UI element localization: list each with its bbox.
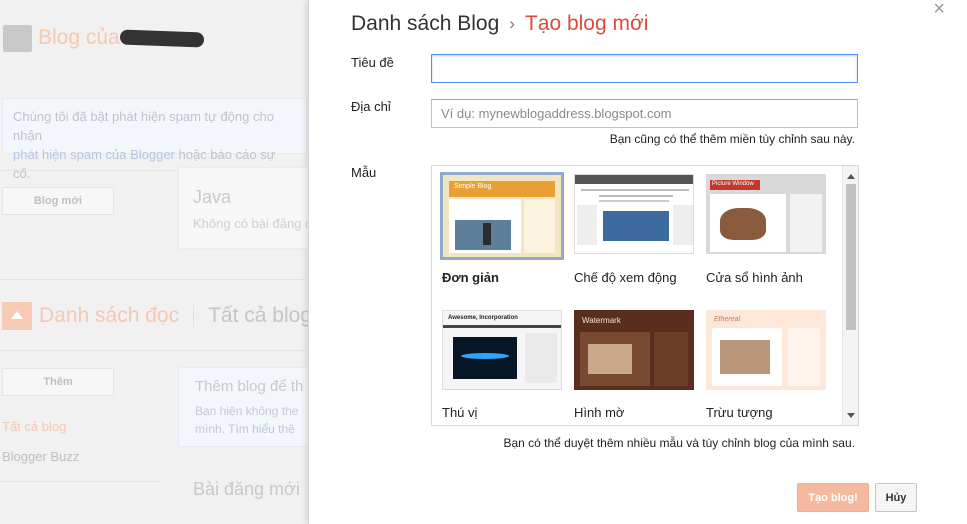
spam-notice-text: Chúng tôi đã bật phát hiện spam tự động … (13, 109, 274, 143)
divider (0, 350, 305, 351)
blog-card-name[interactable]: Java (193, 187, 231, 208)
all-blogs-link[interactable]: Tất cả blog (2, 419, 66, 434)
learn-more-link[interactable]: Tìm hiểu thê (228, 422, 295, 436)
template-dynamic-views-name: Chế độ xem động (574, 270, 677, 285)
blog-title: Blog của (38, 26, 120, 49)
close-icon[interactable]: × (933, 0, 945, 19)
new-blog-button[interactable]: Blog mới (2, 187, 114, 215)
template-ethereal-thumb-title: Ethereal (714, 316, 741, 323)
divider (193, 305, 195, 327)
create-blog-button[interactable]: Tạo blog! (797, 483, 869, 512)
divider (0, 279, 305, 280)
scroll-thumb[interactable] (846, 184, 856, 330)
template-awesome[interactable]: Awesome, Incorporation Thú vị (440, 308, 564, 425)
template-ethereal-name: Trừu tượng (706, 405, 773, 420)
template-label: Mẫu (351, 165, 377, 180)
breadcrumb-current: Tạo blog mới (524, 12, 649, 35)
browse-templates-hint: Bạn có thể duyệt thêm nhiều mẫu và tùy c… (503, 436, 855, 450)
scroll-up-icon[interactable] (847, 174, 855, 179)
template-ethereal[interactable]: Ethereal Trừu tượng (704, 308, 828, 425)
address-input[interactable] (431, 99, 858, 128)
template-watermark-thumb-title: Watermark (582, 316, 621, 325)
template-watermark-name: Hình mờ (574, 405, 625, 420)
scroll-down-icon[interactable] (847, 413, 855, 418)
template-awesome-thumb-title: Awesome, Incorporation (448, 315, 518, 321)
template-awesome-thumbnail: Awesome, Incorporation (442, 310, 562, 390)
add-blog-title: Thêm blog để th (195, 378, 304, 395)
template-awesome-name: Thú vị (442, 405, 478, 420)
add-blog-line2: mình. (195, 422, 226, 436)
add-blog-text: Bạn hiện không the mình. Tìm hiểu thê (195, 402, 298, 438)
breadcrumb-separator: › (509, 14, 515, 33)
add-blog-line1: Bạn hiện không the (195, 404, 299, 418)
add-button[interactable]: Thêm (2, 368, 114, 396)
address-hint: Bạn cũng có thể thêm miền tùy chỉnh sau … (609, 132, 855, 146)
template-simple[interactable]: Simple Blog Đơn giản (440, 172, 564, 290)
template-simple-name: Đơn giản (442, 270, 499, 285)
breadcrumb: Danh sách Blog › Tạo blog mới (351, 12, 648, 36)
spam-notice: Chúng tôi đã bật phát hiện spam tự động … (2, 98, 307, 181)
address-label: Địa chỉ (351, 99, 391, 114)
avatar (3, 25, 32, 52)
template-dynamic-views-thumbnail (574, 174, 694, 254)
template-simple-thumb-title: Simple Blog (454, 183, 492, 190)
template-watermark-thumbnail: Watermark (574, 310, 694, 390)
reading-list-title: Danh sách đọc (39, 304, 180, 327)
spam-notice-link[interactable]: phát hiện spam của Blogger (13, 147, 175, 162)
blog-card-subtitle: Không có bài đăng c (193, 216, 312, 231)
redacted-name-scribble (119, 29, 205, 48)
tab-all-blogs[interactable]: Tất cả blog (208, 304, 312, 328)
template-ethereal-thumbnail: Ethereal (706, 310, 826, 390)
divider (0, 481, 160, 482)
template-picture-window[interactable]: Picture Window Cửa sổ hình ảnh (704, 172, 828, 290)
template-picker[interactable]: Simple Blog Đơn giản Chế độ xem động Pic… (431, 165, 859, 426)
template-picture-window-thumbnail: Picture Window (706, 174, 826, 254)
template-picture-window-name: Cửa sổ hình ảnh (706, 270, 803, 285)
breadcrumb-blog-list[interactable]: Danh sách Blog (351, 12, 499, 36)
cancel-button[interactable]: Hủy (875, 483, 917, 512)
template-picture-window-thumb-title: Picture Window (712, 181, 754, 187)
template-watermark[interactable]: Watermark Hình mờ (572, 308, 696, 425)
title-label: Tiêu đề (351, 55, 394, 70)
template-scrollbar[interactable] (842, 166, 858, 425)
template-dynamic-views[interactable]: Chế độ xem động (572, 172, 696, 290)
reading-list-header: Danh sách đọc Tất cả blog (2, 302, 312, 330)
template-simple-thumbnail: Simple Blog (440, 172, 564, 260)
create-blog-dialog: × Danh sách Blog › Tạo blog mới Tiêu đề … (308, 0, 967, 524)
blogger-buzz-link[interactable]: Blogger Buzz (2, 449, 79, 464)
blog-card[interactable] (178, 167, 318, 249)
posts-heading: Bài đăng mới (193, 479, 300, 499)
title-input[interactable] (431, 54, 858, 83)
collapse-arrow-icon[interactable] (2, 302, 32, 330)
